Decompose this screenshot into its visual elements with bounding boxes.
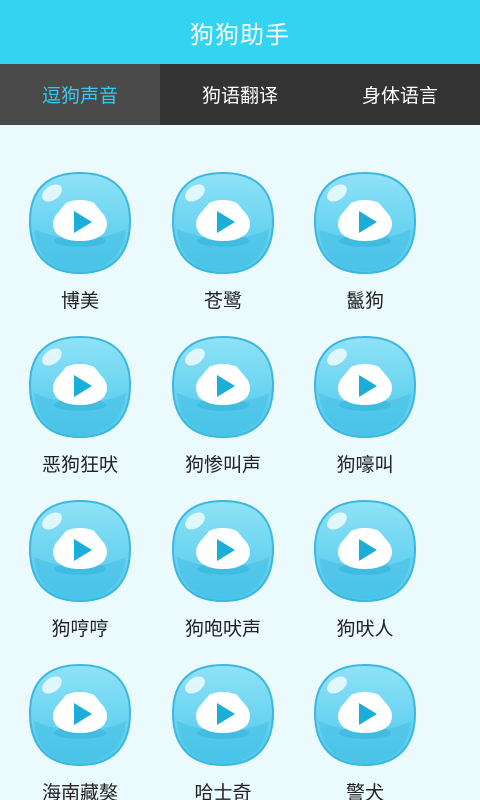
sound-item[interactable]: 博美 [0,125,160,312]
play-icon[interactable] [309,167,421,279]
play-icon[interactable] [167,331,279,443]
app-title: 狗狗助手 [190,20,290,49]
tab-bar: 逗狗声音 狗语翻译 身体语言 [0,64,480,125]
play-icon[interactable] [167,495,279,607]
sound-item[interactable]: 狗咆吠声 [143,453,303,640]
sound-label: 警犬 [345,782,384,800]
tab-label: 逗狗声音 [41,85,118,107]
play-icon[interactable] [24,659,136,771]
play-icon[interactable] [24,495,136,607]
title-bar: 狗狗助手 [0,0,480,64]
sound-item[interactable]: 哈士奇 [143,617,303,800]
play-icon[interactable] [24,167,136,279]
sound-grid: 博美 苍鹭 鬣狗 恶狗狂吠 狗惨叫声 狗嚎叫 狗哼哼 狗咆吠声 狗吠人海南藏獒 哈士奇 警犬 [0,125,480,800]
play-icon[interactable] [167,167,279,279]
sound-item[interactable]: 苍鹭 [143,125,303,312]
tab-dog-translate[interactable]: 狗语翻译 [160,64,320,125]
sound-item[interactable]: 狗哼哼 [0,453,160,640]
sound-item[interactable]: 狗嚎叫 [285,289,445,476]
sound-item[interactable]: 鬣狗 [285,125,445,312]
tab-body-language[interactable]: 身体语言 [320,64,480,125]
play-icon[interactable] [309,331,421,443]
tab-dog-sounds[interactable]: 逗狗声音 [0,64,160,125]
sound-item[interactable]: 警犬 [285,617,445,800]
play-icon[interactable] [309,659,421,771]
sound-label: 海南藏獒 [41,782,118,800]
tab-label: 狗语翻译 [201,85,278,107]
sound-item[interactable]: 狗吠人 [285,453,445,640]
play-icon[interactable] [24,331,136,443]
sound-item[interactable]: 海南藏獒 [0,617,160,800]
sound-label: 哈士奇 [194,782,252,800]
play-icon[interactable] [309,495,421,607]
tab-label: 身体语言 [361,85,438,107]
sound-item[interactable]: 恶狗狂吠 [0,289,160,476]
sound-item[interactable]: 狗惨叫声 [143,289,303,476]
play-icon[interactable] [167,659,279,771]
